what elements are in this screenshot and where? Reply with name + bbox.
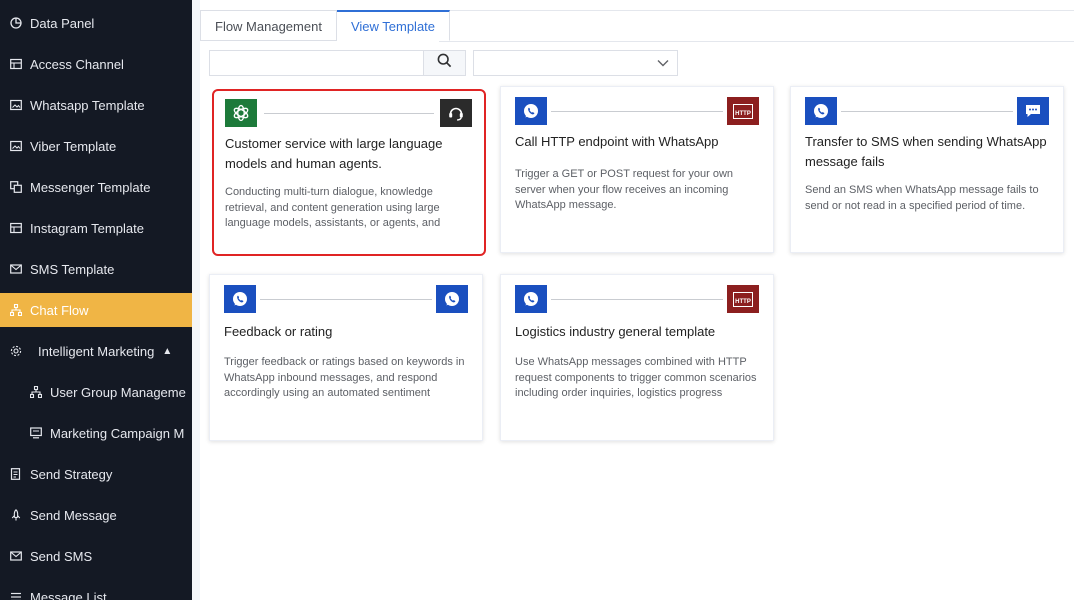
document-icon <box>9 468 22 481</box>
sidebar-item-label: Send SMS <box>30 548 93 564</box>
card-title: Logistics industry general template <box>515 324 716 339</box>
sidebar-item-messenger-template[interactable]: Messenger Template <box>0 170 192 204</box>
sidebar-item-label: Send Message <box>30 507 117 523</box>
sidebar-item-whatsapp-template[interactable]: Whatsapp Template <box>0 88 192 122</box>
card-title: Call HTTP endpoint with WhatsApp <box>515 134 719 149</box>
sidebar-item-label: Whatsapp Template <box>30 97 145 113</box>
whatsapp-icon <box>515 97 547 125</box>
sidebar-item-chat-flow[interactable]: Chat Flow <box>0 293 192 327</box>
connector-line <box>264 113 434 114</box>
image-icon <box>9 99 22 112</box>
gear-icon <box>9 345 22 358</box>
sidebar-item-user-group-management[interactable]: User Group Manageme <box>0 375 192 409</box>
connector-line <box>551 299 723 300</box>
divider <box>439 41 1074 42</box>
sidebar-item-label: SMS Template <box>30 261 115 277</box>
sidebar-item-label: Chat Flow <box>30 302 89 318</box>
list-icon <box>9 591 22 600</box>
sidebar-item-label: Intelligent Marketing <box>38 343 155 359</box>
template-card-transfer-sms[interactable]: Transfer to SMS when sending WhatsApp me… <box>790 86 1064 253</box>
sidebar-item-label: Instagram Template <box>30 220 144 236</box>
card-description: Conducting multi-turn dialogue, knowledg… <box>225 186 441 229</box>
rocket-icon <box>9 509 22 522</box>
card-description: Send an SMS when WhatsApp message fails … <box>805 184 1039 212</box>
card-description: Use WhatsApp messages combined with HTTP… <box>515 356 757 399</box>
connector-line <box>551 111 723 112</box>
sidebar-item-send-strategy[interactable]: Send Strategy <box>0 457 192 491</box>
sidebar-item-message-list[interactable]: Message List <box>0 580 192 600</box>
sidebar-item-label: Access Channel <box>30 56 124 72</box>
sidebar-item-marketing-campaign[interactable]: Marketing Campaign M <box>0 416 192 450</box>
sidebar-item-label: Messenger Template <box>30 179 151 195</box>
search-input[interactable] <box>209 50 423 76</box>
sidebar: Data Panel Access Channel Whatsapp Templ… <box>0 0 192 600</box>
sidebar-item-label: Send Strategy <box>30 466 113 482</box>
sidebar-item-instagram-template[interactable]: Instagram Template <box>0 211 192 245</box>
search-icon <box>437 53 452 73</box>
card-title: Feedback or rating <box>224 324 333 339</box>
search-button[interactable] <box>423 50 466 76</box>
sidebar-item-label: Data Panel <box>30 15 95 31</box>
image-icon <box>9 140 22 153</box>
template-card-customer-service[interactable]: Customer service with large language mod… <box>212 89 486 256</box>
whatsapp-icon <box>436 285 468 313</box>
agent-headset-icon <box>440 99 472 127</box>
http-icon-label: HTTP <box>733 291 753 307</box>
sidebar-item-sms-template[interactable]: SMS Template <box>0 252 192 286</box>
card-description: Trigger feedback or ratings based on key… <box>224 356 465 399</box>
chevron-up-icon: ▲ <box>162 345 173 357</box>
sidebar-item-label: Marketing Campaign M <box>50 425 185 441</box>
tab-flow-management[interactable]: Flow Management <box>200 10 337 41</box>
sidebar-item-label: User Group Manageme <box>50 384 186 400</box>
pie-chart-icon <box>9 17 22 30</box>
connector-line <box>260 299 432 300</box>
chevron-down-icon <box>657 54 669 72</box>
card-description: Trigger a GET or POST request for your o… <box>515 168 734 211</box>
mail-icon <box>9 550 22 563</box>
sidebar-item-label: Viber Template <box>30 138 117 154</box>
mail-icon <box>9 263 22 276</box>
sms-icon <box>1017 97 1049 125</box>
card-title: Transfer to SMS when sending WhatsApp me… <box>805 134 1047 169</box>
tab-bar: Flow Management View Template <box>200 10 451 42</box>
grid-icon <box>9 58 22 71</box>
connector-line <box>841 111 1013 112</box>
whatsapp-icon <box>805 97 837 125</box>
openai-icon <box>225 99 257 127</box>
sidebar-item-send-message[interactable]: Send Message <box>0 498 192 532</box>
template-card-logistics[interactable]: HTTP Logistics industry general template… <box>500 274 774 441</box>
http-icon: HTTP <box>727 97 759 125</box>
http-icon: HTTP <box>727 285 759 313</box>
flow-icon <box>9 304 22 317</box>
sidebar-item-access-channel[interactable]: Access Channel <box>0 47 192 81</box>
copy-icon <box>9 181 22 194</box>
template-card-feedback-rating[interactable]: Feedback or rating Trigger feedback or r… <box>209 274 483 441</box>
message-icon <box>29 427 42 440</box>
http-icon-label: HTTP <box>733 103 753 119</box>
sidebar-item-send-sms[interactable]: Send SMS <box>0 539 192 573</box>
sidebar-item-data-panel[interactable]: Data Panel <box>0 6 192 40</box>
grid-icon <box>9 222 22 235</box>
template-card-call-http[interactable]: HTTP Call HTTP endpoint with WhatsApp Tr… <box>500 86 774 253</box>
card-title: Customer service with large language mod… <box>225 136 443 171</box>
tab-view-template[interactable]: View Template <box>336 10 451 41</box>
org-icon <box>29 386 42 399</box>
sidebar-item-intelligent-marketing[interactable]: Intelligent Marketing ▲ <box>0 334 192 368</box>
sidebar-item-viber-template[interactable]: Viber Template <box>0 129 192 163</box>
template-filter-select[interactable] <box>473 50 678 76</box>
main-content: Flow Management View Template Customer s… <box>200 0 1074 600</box>
sidebar-item-label: Message List <box>30 589 107 600</box>
whatsapp-icon <box>224 285 256 313</box>
whatsapp-icon <box>515 285 547 313</box>
